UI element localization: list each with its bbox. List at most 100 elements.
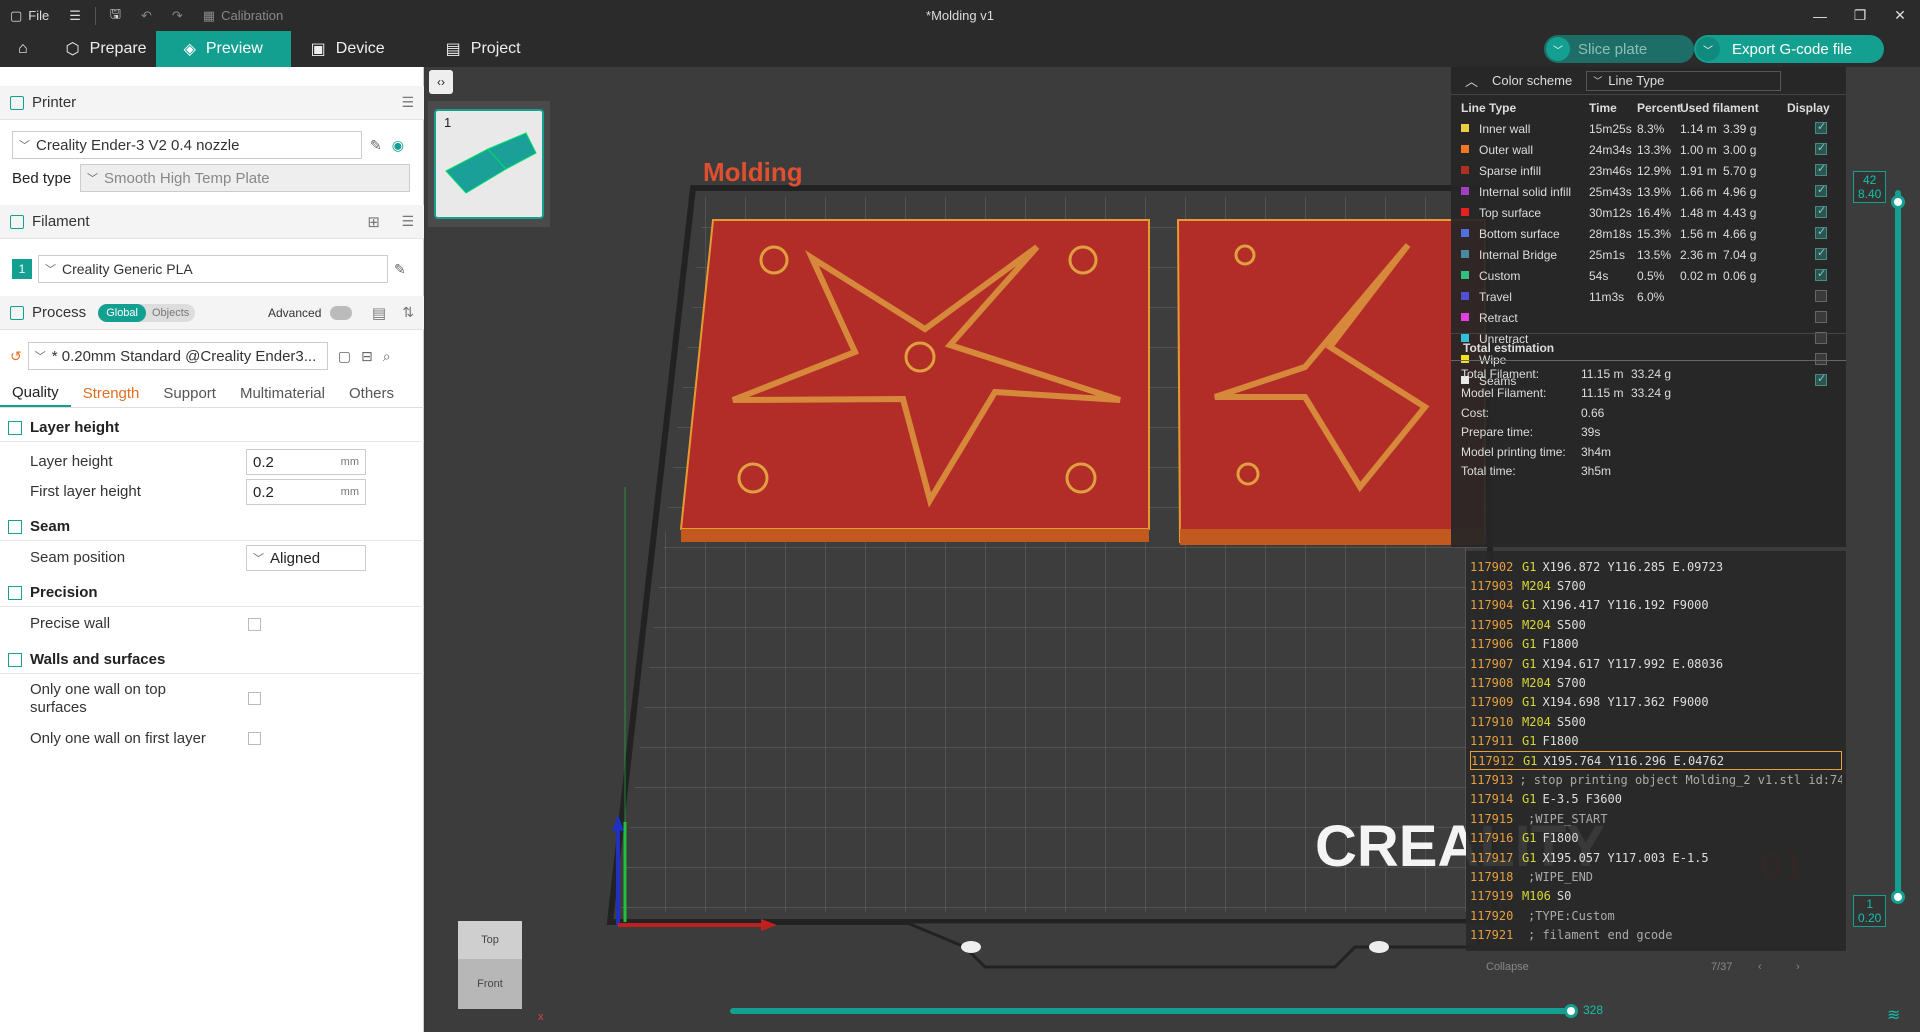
maximize-button[interactable]: ❐ [1840, 0, 1880, 31]
gcode-line[interactable]: 117913 ; stop printing object Molding_2 v… [1470, 770, 1842, 789]
gcode-line[interactable]: 117904 G1 X196.417 Y116.192 F9000 [1470, 596, 1842, 615]
layer-slider-top-handle[interactable] [1891, 195, 1905, 209]
minimize-button[interactable]: — [1800, 0, 1840, 31]
legend-display-checkbox[interactable] [1815, 225, 1827, 239]
gcode-line[interactable]: 117907 G1 X194.617 Y117.992 E.08036 [1470, 654, 1842, 673]
gcode-line[interactable]: 117903 M204 S700 [1470, 576, 1842, 595]
gcode-line[interactable]: 117912 G1 X195.764 Y116.296 E.04762 [1470, 751, 1842, 770]
one-wall-top-checkbox[interactable] [248, 692, 261, 705]
legend-display-checkbox[interactable] [1815, 290, 1827, 302]
view-front-face[interactable]: Front [458, 959, 522, 1009]
global-objects-toggle[interactable]: Global Objects [98, 303, 196, 322]
file-menu[interactable]: ▢ File [0, 0, 59, 31]
legend-display-checkbox[interactable] [1815, 141, 1827, 155]
gcode-line[interactable]: 117902 G1 X196.872 Y116.285 E.09723 [1470, 557, 1842, 576]
tab-strength[interactable]: Strength [71, 380, 152, 407]
compare-icon[interactable]: ▤ [372, 304, 386, 322]
process-profile-select[interactable]: ﹀ * 0.20mm Standard @Creality Ender3... [27, 342, 328, 370]
gcode-line[interactable]: 117921 ; filament end gcode [1470, 926, 1842, 945]
menu-icon[interactable]: ☰ [59, 0, 91, 31]
gcode-line[interactable]: 117911 G1 F1800 [1470, 732, 1842, 751]
printer-select[interactable]: ﹀ Creality Ender-3 V2 0.4 nozzle [12, 131, 362, 159]
move-slider[interactable] [730, 1008, 1572, 1014]
tab-others[interactable]: Others [337, 380, 406, 407]
filament-header-label: Filament [32, 213, 90, 230]
export-gcode-button[interactable]: ﹀ Export G-code file [1694, 35, 1884, 63]
layer-height-input[interactable]: 0.2 mm [246, 449, 366, 475]
gcode-line[interactable]: 117915 ;WIPE_START [1470, 809, 1842, 828]
process-settings-icon[interactable]: ⇅ [402, 304, 414, 321]
prev-page-icon[interactable]: ‹ [1758, 961, 1762, 973]
tab-quality[interactable]: Quality [0, 380, 71, 407]
legend-display-checkbox[interactable] [1815, 267, 1827, 281]
global-option[interactable]: Global [98, 303, 146, 322]
settings-sliders-icon[interactable]: ☰ [401, 213, 414, 230]
calibration-icon: ▦ [202, 7, 216, 23]
view-top-face[interactable]: Top [458, 921, 522, 959]
legend-display-checkbox[interactable] [1815, 311, 1827, 323]
home-tab[interactable]: ⌂ [0, 31, 46, 67]
legend-display-checkbox[interactable] [1815, 183, 1827, 197]
bed-type-select[interactable]: ﹀ Smooth High Temp Plate [80, 164, 410, 192]
layers-icon: ◈ [183, 41, 196, 58]
seam-position-select[interactable]: ﹀ Aligned [246, 545, 366, 571]
gcode-line[interactable]: 117905 M204 S500 [1470, 615, 1842, 634]
filament-select[interactable]: ﹀ Creality Generic PLA [38, 255, 388, 283]
legend-row: Retract [1461, 307, 1841, 328]
collapse-legend-icon[interactable]: ︿ [1465, 71, 1478, 90]
collapse-gcode-button[interactable]: Collapse [1486, 961, 1529, 973]
gcode-line[interactable]: 117909 G1 X194.698 Y117.362 F9000 [1470, 693, 1842, 712]
save-icon[interactable]: 🖫 [100, 0, 131, 31]
tab-preview[interactable]: ◈ Preview [155, 31, 291, 67]
gcode-line[interactable]: 117917 G1 X195.057 Y117.003 E-1.5 [1470, 848, 1842, 867]
objects-option[interactable]: Objects [146, 304, 195, 322]
tab-support[interactable]: Support [151, 380, 228, 407]
legend-display-checkbox[interactable] [1815, 120, 1827, 134]
view-cube[interactable]: Top Front x [458, 921, 544, 1023]
calibration-menu[interactable]: ▦ Calibration [193, 0, 293, 31]
gcode-line[interactable]: 117918 ;WIPE_END [1470, 867, 1842, 886]
gcode-viewer[interactable]: 117902 G1 X196.872 Y116.285 E.09723 117903 M… [1466, 551, 1846, 973]
layer-slider-bottom-handle[interactable] [1891, 890, 1905, 904]
legend-percent: 8.3% [1637, 121, 1665, 136]
tab-prepare[interactable]: ⬡ Prepare [46, 31, 156, 67]
advanced-toggle[interactable] [330, 305, 352, 320]
add-filament-icon[interactable]: ⊞ [367, 213, 380, 231]
slice-plate-button[interactable]: ﹀ Slice plate [1544, 35, 1694, 63]
close-button[interactable]: ✕ [1880, 0, 1920, 31]
gcode-line[interactable]: 117916 G1 F1800 [1470, 829, 1842, 848]
col-display: Display [1787, 100, 1830, 115]
gcode-line[interactable]: 117914 G1 E-3.5 F3600 [1470, 790, 1842, 809]
edit-icon[interactable]: ✎ [370, 137, 382, 154]
layers-icon[interactable]: ≋ [1887, 1005, 1900, 1025]
first-layer-height-input[interactable]: 0.2 mm [246, 479, 366, 505]
legend-display-checkbox[interactable] [1815, 162, 1827, 176]
undo-icon[interactable]: ↶ [131, 0, 162, 31]
redo-icon[interactable]: ↷ [162, 0, 193, 31]
legend-time: 11m3s [1589, 289, 1625, 304]
save-icon[interactable]: ▢ [338, 348, 351, 365]
edit-icon[interactable]: ✎ [394, 261, 406, 278]
gcode-line[interactable]: 117908 M204 S700 [1470, 673, 1842, 692]
legend-display-checkbox[interactable] [1815, 204, 1827, 218]
gcode-line[interactable]: 117919 M106 S0 [1470, 887, 1842, 906]
reset-icon[interactable]: ↺ [10, 348, 22, 365]
gcode-line[interactable]: 117920 ;TYPE:Custom [1470, 906, 1842, 925]
collapse-icon[interactable]: ⊟ [361, 348, 373, 365]
gcode-line[interactable]: 117906 G1 F1800 [1470, 635, 1842, 654]
move-slider-handle[interactable] [1564, 1004, 1578, 1018]
layer-slider[interactable] [1895, 190, 1901, 900]
one-wall-first-checkbox[interactable] [248, 732, 261, 745]
tab-multimaterial[interactable]: Multimaterial [228, 380, 337, 407]
tab-project[interactable]: ▤ Project [426, 31, 541, 67]
top-layer-height: 8.40 [1858, 187, 1882, 201]
color-scheme-select[interactable]: ﹀ Line Type [1586, 70, 1782, 91]
precise-wall-checkbox[interactable] [248, 618, 261, 631]
legend-display-checkbox[interactable] [1815, 246, 1827, 260]
tab-device[interactable]: ▣ Device [291, 31, 426, 67]
settings-sliders-icon[interactable]: ☰ [401, 94, 414, 111]
wifi-icon[interactable]: ◉ [392, 137, 404, 154]
gcode-line[interactable]: 117910 M204 S500 [1470, 712, 1842, 731]
next-page-icon[interactable]: › [1796, 961, 1800, 973]
search-icon[interactable]: ⌕ [383, 348, 391, 365]
